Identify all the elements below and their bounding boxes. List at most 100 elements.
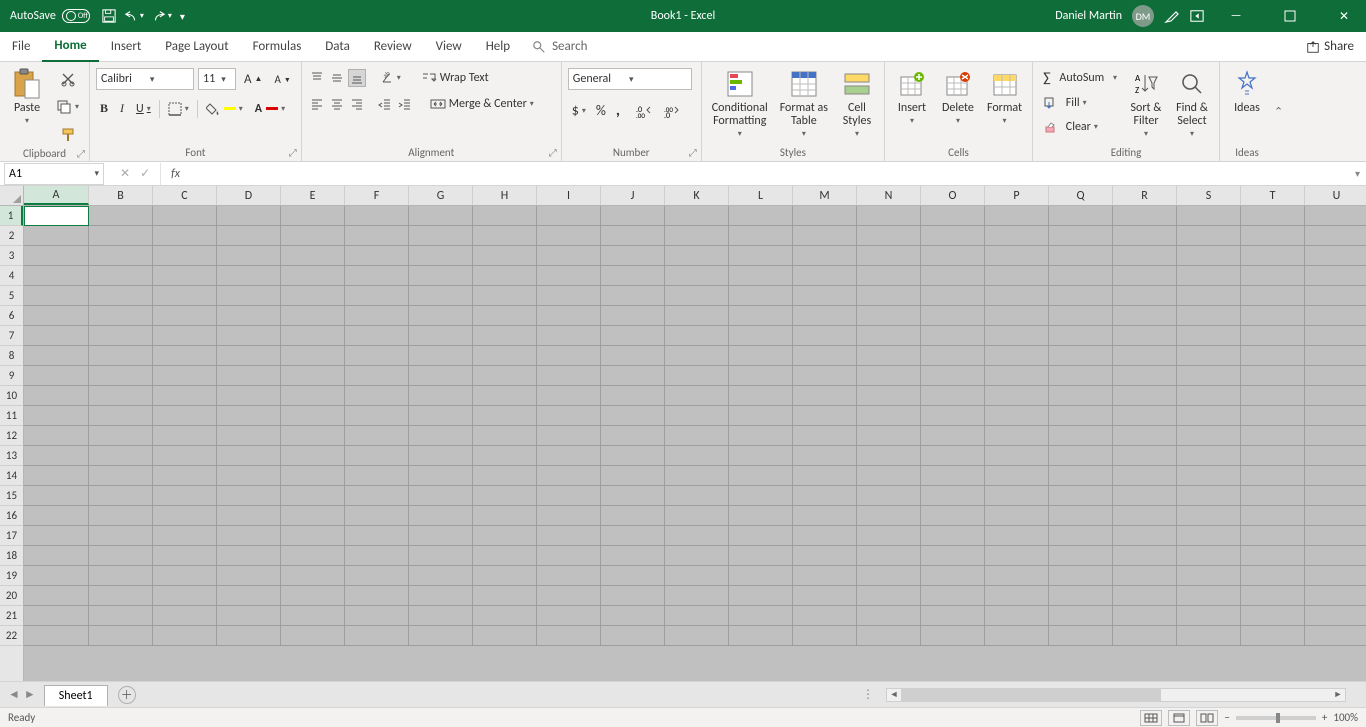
cell[interactable] [665,306,729,326]
cell[interactable] [153,506,217,526]
cell[interactable] [665,446,729,466]
cell[interactable] [601,446,665,466]
cell[interactable] [985,406,1049,426]
cell[interactable] [1113,546,1177,566]
cell[interactable] [281,566,345,586]
cell[interactable] [857,546,921,566]
cell[interactable] [857,586,921,606]
cell[interactable] [1241,446,1305,466]
cell[interactable] [1049,326,1113,346]
cell[interactable] [1177,306,1241,326]
align-center-button[interactable] [328,95,346,113]
cell[interactable] [217,566,281,586]
cell[interactable] [281,506,345,526]
cell[interactable] [1177,586,1241,606]
cell[interactable] [1177,266,1241,286]
column-header[interactable]: U [1305,186,1366,205]
cell[interactable] [601,586,665,606]
cell[interactable] [537,306,601,326]
row-header[interactable]: 6 [0,306,23,326]
cell[interactable] [153,526,217,546]
cell[interactable] [985,366,1049,386]
column-header[interactable]: D [217,186,281,205]
cell[interactable] [473,526,537,546]
cell[interactable] [473,386,537,406]
cell[interactable] [1049,526,1113,546]
cell[interactable] [409,306,473,326]
cell[interactable] [729,206,793,226]
format-as-table-button[interactable]: Format as Table▾ [776,64,832,143]
cell[interactable] [1177,566,1241,586]
cell[interactable] [153,386,217,406]
cell[interactable] [985,306,1049,326]
row-header[interactable]: 20 [0,586,23,606]
column-header[interactable]: G [409,186,473,205]
orientation-button[interactable]: ab▾ [376,68,405,88]
ideas-button[interactable]: Ideas [1226,64,1268,119]
cell[interactable] [1049,486,1113,506]
cell[interactable] [1113,606,1177,626]
cell[interactable] [24,306,89,326]
cell[interactable] [24,326,89,346]
cell[interactable] [537,546,601,566]
dialog-launcher-icon[interactable]: ⤢ [289,146,297,159]
cell[interactable] [985,626,1049,646]
cell[interactable] [793,546,857,566]
cell[interactable] [985,526,1049,546]
cell[interactable] [601,406,665,426]
cell[interactable] [153,226,217,246]
cell[interactable] [793,386,857,406]
cell[interactable] [89,226,153,246]
cell[interactable] [281,526,345,546]
user-avatar[interactable]: DM [1132,5,1154,27]
cell[interactable] [345,426,409,446]
cell[interactable] [153,326,217,346]
cell[interactable] [729,446,793,466]
cell[interactable] [1049,226,1113,246]
cell[interactable] [729,606,793,626]
maximize-button[interactable] [1268,0,1312,32]
cell[interactable] [985,546,1049,566]
cell[interactable] [1113,466,1177,486]
cell[interactable] [1113,486,1177,506]
increase-font-button[interactable]: A▲ [240,69,266,90]
copy-button[interactable]: ▾ [52,96,83,118]
redo-button[interactable]: ▾ [152,9,172,23]
cell[interactable] [665,206,729,226]
font-size-combo[interactable]: 11▾ [198,68,236,90]
cell[interactable] [1305,326,1366,346]
cell[interactable] [793,286,857,306]
cell[interactable] [1113,266,1177,286]
cell[interactable] [537,346,601,366]
cell[interactable] [409,386,473,406]
cell[interactable] [1177,366,1241,386]
cell[interactable] [473,286,537,306]
cell[interactable] [1177,626,1241,646]
cell[interactable] [665,406,729,426]
cell[interactable] [409,506,473,526]
cell[interactable] [857,626,921,646]
cell[interactable] [537,326,601,346]
cell[interactable] [857,566,921,586]
cell[interactable] [1241,306,1305,326]
cell[interactable] [601,326,665,346]
cell[interactable] [217,286,281,306]
cell[interactable] [409,486,473,506]
cell[interactable] [409,546,473,566]
cell[interactable] [345,526,409,546]
cell[interactable] [153,346,217,366]
cell[interactable] [1241,426,1305,446]
cell[interactable] [985,446,1049,466]
cell[interactable] [1177,526,1241,546]
cell[interactable] [345,566,409,586]
cell[interactable] [1305,466,1366,486]
cell[interactable] [24,386,89,406]
cell[interactable] [1113,366,1177,386]
cell[interactable] [473,466,537,486]
cell[interactable] [217,466,281,486]
cell[interactable] [1177,226,1241,246]
cell[interactable] [857,246,921,266]
user-name[interactable]: Daniel Martin [1055,9,1122,23]
cell[interactable] [921,306,985,326]
cell[interactable] [1241,546,1305,566]
